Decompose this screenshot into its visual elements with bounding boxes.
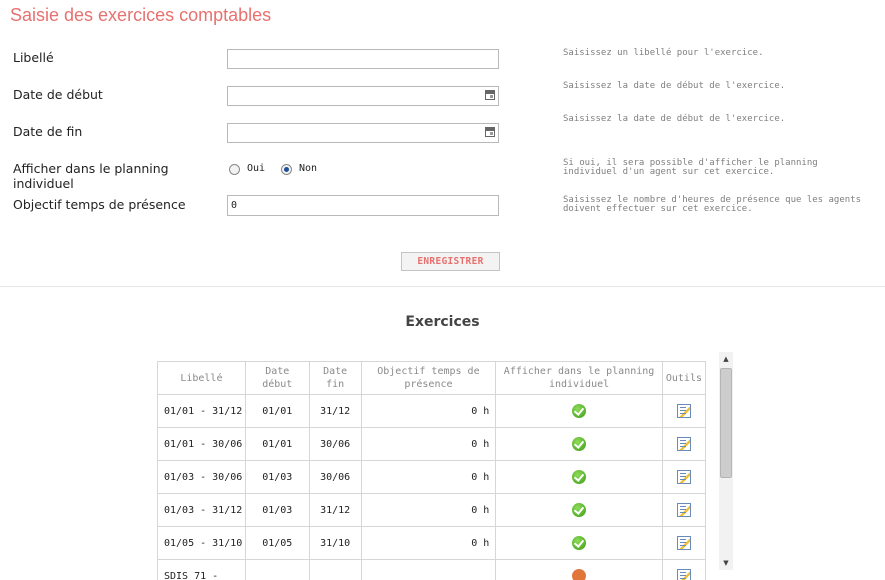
cell-date-debut: 01/01 bbox=[244, 394, 310, 428]
check-icon bbox=[572, 536, 587, 550]
edit-icon[interactable] bbox=[676, 404, 691, 418]
calendar-icon[interactable] bbox=[485, 127, 495, 137]
cell-outils bbox=[661, 427, 706, 461]
cell-objectif: 0 h bbox=[360, 427, 497, 461]
libelle-input[interactable] bbox=[227, 49, 499, 69]
cell-libelle: 01/01 - 30/06 bbox=[157, 427, 246, 461]
libelle-label: Libellé bbox=[13, 50, 54, 65]
check-icon bbox=[572, 503, 587, 517]
planning-help: Si oui, il sera possible d'afficher le p… bbox=[563, 158, 818, 177]
cell-outils bbox=[661, 493, 706, 527]
cell-date-debut: 01/01 bbox=[244, 427, 310, 461]
cell-date-debut: 01/03 bbox=[244, 493, 310, 527]
scroll-down-arrow-icon[interactable]: ▼ bbox=[719, 556, 733, 570]
col-header-planning[interactable]: Afficher dans le planning individuel bbox=[495, 361, 663, 395]
cell-libelle: 01/03 - 30/06 bbox=[157, 460, 246, 494]
col-header-objectif[interactable]: Objectif temps de présence bbox=[360, 361, 497, 395]
cell-date-fin: 30/06 bbox=[308, 460, 362, 494]
cell-libelle: 01/03 - 31/12 bbox=[157, 493, 246, 527]
calendar-icon[interactable] bbox=[485, 90, 495, 100]
check-icon bbox=[572, 404, 587, 418]
planning-oui-label[interactable]: Oui bbox=[247, 163, 265, 174]
cell-outils bbox=[661, 394, 706, 428]
date-fin-label: Date de fin bbox=[13, 124, 83, 139]
scroll-up-arrow-icon[interactable]: ▲ bbox=[719, 352, 733, 366]
edit-icon[interactable] bbox=[676, 569, 691, 580]
scroll-thumb[interactable] bbox=[720, 368, 732, 478]
cell-planning bbox=[495, 427, 663, 461]
table-row[interactable]: 01/03 - 30/06 01/03 30/06 0 h bbox=[157, 460, 706, 494]
objectif-input[interactable]: 0 bbox=[227, 195, 499, 216]
cell-planning bbox=[495, 394, 663, 428]
cell-outils bbox=[661, 526, 706, 560]
planning-label: Afficher dans le planning individuel bbox=[13, 161, 169, 191]
cell-objectif: 0 h bbox=[360, 460, 497, 494]
objectif-help: Saisissez le nombre d'heures de présence… bbox=[563, 195, 862, 214]
cell-libelle: SDIS 71 - bbox=[157, 559, 246, 580]
table-row[interactable]: 01/05 - 31/10 01/05 31/10 0 h bbox=[157, 526, 706, 560]
status-icon bbox=[572, 569, 587, 580]
cell-outils bbox=[661, 559, 706, 580]
exercices-table: Libellé Date début Date fin Objectif tem… bbox=[157, 361, 706, 580]
cell-date-debut: 01/03 bbox=[244, 460, 310, 494]
col-header-libelle[interactable]: Libellé bbox=[157, 361, 246, 395]
save-button[interactable]: ENREGISTRER bbox=[401, 252, 500, 271]
cell-date-debut: 01/05 bbox=[244, 526, 310, 560]
cell-objectif: 0 h bbox=[360, 493, 497, 527]
cell-planning bbox=[495, 526, 663, 560]
libelle-help: Saisissez un libellé pour l'exercice. bbox=[563, 48, 764, 58]
edit-icon[interactable] bbox=[676, 437, 691, 451]
exercices-table-container: Libellé Date début Date fin Objectif tem… bbox=[157, 361, 706, 580]
cell-date-fin bbox=[308, 559, 362, 580]
planning-non-radio[interactable] bbox=[281, 164, 292, 175]
cell-planning bbox=[495, 460, 663, 494]
cell-libelle: 01/05 - 31/10 bbox=[157, 526, 246, 560]
table-row[interactable]: SDIS 71 - bbox=[157, 559, 706, 580]
date-debut-help: Saisissez la date de début de l'exercice… bbox=[563, 81, 786, 91]
col-header-date-fin[interactable]: Date fin bbox=[308, 361, 362, 395]
check-icon bbox=[572, 437, 587, 451]
cell-date-fin: 31/12 bbox=[308, 394, 362, 428]
section-title: Exercices bbox=[405, 314, 480, 330]
cell-planning bbox=[495, 559, 663, 580]
table-row[interactable]: 01/03 - 31/12 01/03 31/12 0 h bbox=[157, 493, 706, 527]
check-icon bbox=[572, 470, 587, 484]
table-row[interactable]: 01/01 - 31/12 01/01 31/12 0 h bbox=[157, 394, 706, 428]
table-header-row: Libellé Date début Date fin Objectif tem… bbox=[157, 361, 706, 395]
planning-non-label[interactable]: Non bbox=[299, 163, 317, 174]
date-fin-input[interactable] bbox=[227, 123, 499, 143]
edit-icon[interactable] bbox=[676, 536, 691, 550]
date-fin-help: Saisissez la date de début de l'exercice… bbox=[563, 114, 786, 124]
cell-date-fin: 31/12 bbox=[308, 493, 362, 527]
date-debut-input[interactable] bbox=[227, 86, 499, 106]
cell-objectif: 0 h bbox=[360, 526, 497, 560]
cell-outils bbox=[661, 460, 706, 494]
cell-date-debut bbox=[244, 559, 310, 580]
cell-objectif bbox=[360, 559, 497, 580]
cell-objectif: 0 h bbox=[360, 394, 497, 428]
divider bbox=[0, 286, 885, 287]
objectif-label: Objectif temps de présence bbox=[13, 197, 186, 212]
edit-icon[interactable] bbox=[676, 470, 691, 484]
col-header-outils: Outils bbox=[661, 361, 706, 395]
cell-libelle: 01/01 - 31/12 bbox=[157, 394, 246, 428]
table-row[interactable]: 01/01 - 30/06 01/01 30/06 0 h bbox=[157, 427, 706, 461]
col-header-date-debut[interactable]: Date début bbox=[244, 361, 310, 395]
planning-oui-radio[interactable] bbox=[229, 164, 240, 175]
date-debut-label: Date de début bbox=[13, 87, 103, 102]
edit-icon[interactable] bbox=[676, 503, 691, 517]
cell-date-fin: 31/10 bbox=[308, 526, 362, 560]
cell-date-fin: 30/06 bbox=[308, 427, 362, 461]
page-title: Saisie des exercices comptables bbox=[10, 5, 272, 25]
cell-planning bbox=[495, 493, 663, 527]
table-scrollbar[interactable]: ▲ ▼ bbox=[719, 352, 733, 570]
